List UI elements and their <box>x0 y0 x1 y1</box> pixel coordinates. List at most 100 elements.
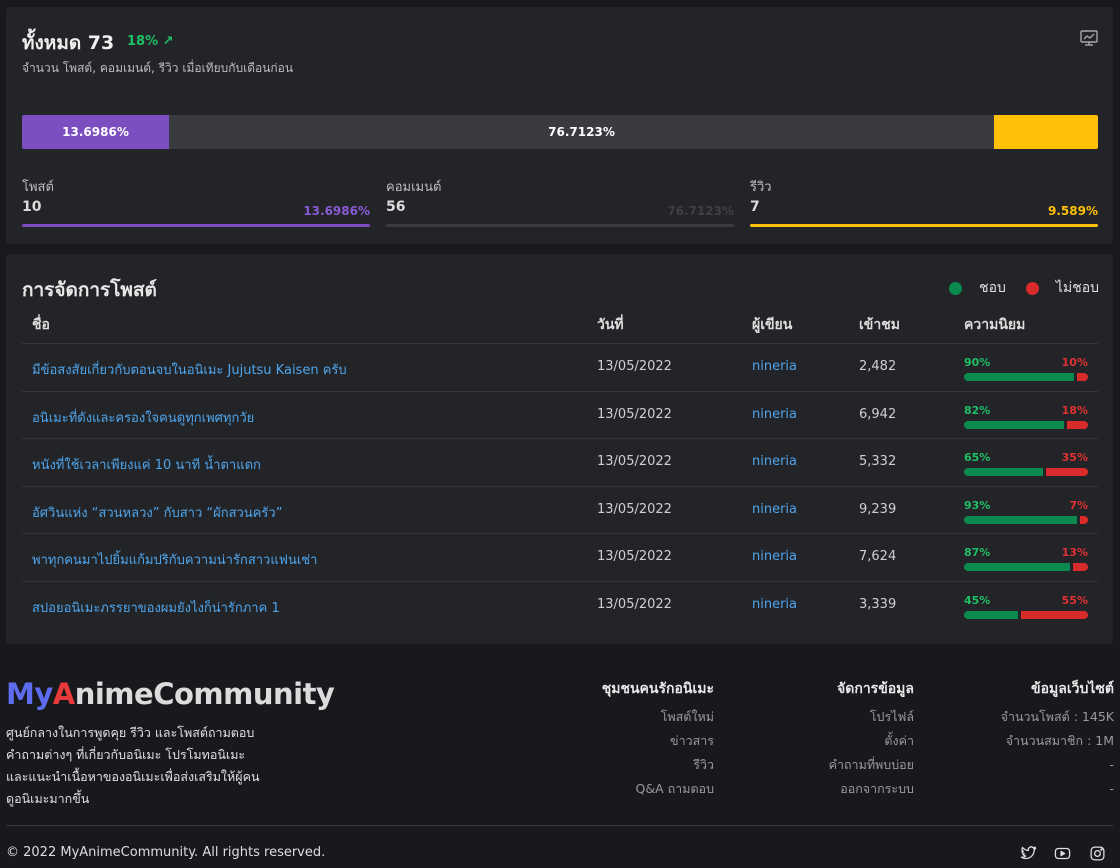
post-author-link[interactable]: nineria <box>752 407 797 422</box>
table-row[interactable]: พาทุกคนมาไปยิ้มแก้มปริกับความน่ารักสาวแฟ… <box>22 533 1098 580</box>
post-title-link[interactable]: มีข้อสงสัยเกี่ยวกับตอนจบในอนิเมะ Jujutsu… <box>32 359 347 380</box>
comments-segment: 76.7123% <box>169 115 994 149</box>
post-views: 3,339 <box>859 597 897 612</box>
footer-col-manage: จัดการข้อมูล โปรไฟล์ ตั้งค่า คำถามที่พบบ… <box>829 679 914 801</box>
metric-percent: 76.7123% <box>667 204 734 218</box>
growth-badge: 18% ↗ <box>127 34 174 49</box>
footer-link-new-posts[interactable]: โพสต์ใหม่ <box>602 705 714 729</box>
legend-like-label: ชอบ <box>979 280 1006 296</box>
distribution-bar: 13.6986% 76.7123% <box>22 115 1098 149</box>
post-views: 9,239 <box>859 502 897 517</box>
like-percent: 45% <box>964 594 991 607</box>
post-date: 13/05/2022 <box>597 549 672 564</box>
logo-my: My <box>6 677 53 711</box>
site-post-count: จำนวนโพสต์ : 145K <box>1000 709 1114 724</box>
comments-segment-label: 76.7123% <box>548 125 615 139</box>
footer-link-faq[interactable]: คำถามที่พบบ่อย <box>829 753 914 777</box>
table-row[interactable]: สปอยอนิเมะภรรยาของผมยังไงก็น่ารักภาค 1 13… <box>22 581 1098 628</box>
site-logo[interactable]: MyAnimeCommunity <box>6 677 335 711</box>
metric-posts: โพสต์ 10 13.6986% <box>22 176 370 230</box>
metric-label: รีวิว <box>750 180 772 195</box>
legend-like: ชอบ <box>949 277 1006 299</box>
like-percent: 93% <box>964 499 991 512</box>
header-date[interactable]: วันที่ <box>597 314 624 336</box>
legend-dislike: ไม่ชอบ <box>1025 277 1099 299</box>
like-fill <box>964 563 1070 571</box>
footer-col-title: จัดการข้อมูล <box>837 681 914 697</box>
popularity-bar <box>964 563 1088 571</box>
reviews-segment <box>994 115 1098 149</box>
popularity-bar <box>964 611 1088 619</box>
metric-comments: คอมเมนต์ 56 76.7123% <box>386 176 734 230</box>
post-author-link[interactable]: nineria <box>752 359 797 374</box>
post-date: 13/05/2022 <box>597 502 672 517</box>
logo-rest: nimeCommunity <box>74 677 335 711</box>
header-name[interactable]: ชื่อ <box>32 314 50 336</box>
metric-reviews: รีวิว 7 9.589% <box>750 176 1098 230</box>
post-title-link[interactable]: อนิเมะที่ดังและครองใจคนดูทุกเพศทุกวัย <box>32 407 254 428</box>
like-fill <box>964 373 1074 381</box>
dislike-fill <box>1046 468 1088 476</box>
post-views: 6,942 <box>859 407 897 422</box>
dislike-fill <box>1067 421 1088 429</box>
header-popularity[interactable]: ความนิยม <box>964 314 1025 336</box>
metric-value: 10 <box>22 199 42 215</box>
youtube-icon[interactable] <box>1054 845 1071 862</box>
post-date: 13/05/2022 <box>597 597 672 612</box>
like-percent: 82% <box>964 404 991 417</box>
footer-link-settings[interactable]: ตั้งค่า <box>829 729 914 753</box>
metric-percent: 9.589% <box>1048 204 1098 218</box>
stats-title: ทั้งหมด 73 <box>22 32 115 54</box>
twitter-icon[interactable] <box>1020 845 1037 862</box>
logo-a: A <box>52 677 75 711</box>
post-date: 13/05/2022 <box>597 454 672 469</box>
header-author[interactable]: ผู้เขียน <box>752 314 792 336</box>
post-title-link[interactable]: สปอยอนิเมะภรรยาของผมยังไงก็น่ารักภาค 1 <box>32 597 280 618</box>
site-member-count: จำนวนสมาชิก : 1M <box>1005 733 1114 748</box>
dislike-percent: 18% <box>1061 404 1088 417</box>
dislike-percent: 13% <box>1061 546 1088 559</box>
metric-value: 56 <box>386 199 406 215</box>
table-row[interactable]: หนังที่ใช้เวลาเพียงแค่ 10 นาที น้ำตาแตก 1… <box>22 438 1098 485</box>
site-info-placeholder: - <box>1109 781 1114 796</box>
like-fill <box>964 421 1064 429</box>
copyright-text: © 2022 MyAnimeCommunity. All rights rese… <box>6 845 326 860</box>
table-row[interactable]: มีข้อสงสัยเกี่ยวกับตอนจบในอนิเมะ Jujutsu… <box>22 343 1098 390</box>
posts-management-card: การจัดการโพสต์ ชอบ ไม่ชอบ ชื่อ วันที่ ผู… <box>6 254 1113 644</box>
post-title-link[interactable]: อัศวินแห่ง “สวนหลวง” กับสาว “ผักสวนครัว” <box>32 502 282 523</box>
post-title-link[interactable]: หนังที่ใช้เวลาเพียงแค่ 10 นาที น้ำตาแตก <box>32 454 261 475</box>
post-author-link[interactable]: nineria <box>752 502 797 517</box>
table-row[interactable]: อัศวินแห่ง “สวนหลวง” กับสาว “ผักสวนครัว”… <box>22 486 1098 533</box>
metric-value: 7 <box>750 199 760 215</box>
post-author-link[interactable]: nineria <box>752 454 797 469</box>
stats-subtitle: จำนวน โพสต์, คอมเมนต์, รีวิว เมื่อเทียบก… <box>22 61 294 75</box>
table-row[interactable]: อนิเมะที่ดังและครองใจคนดูทุกเพศทุกวัย 13/… <box>22 391 1098 438</box>
presentation-chart-icon[interactable] <box>1079 28 1099 48</box>
popularity-legend: ชอบ ไม่ชอบ <box>934 277 1099 299</box>
popularity-meter: 45% 55% <box>964 594 1088 620</box>
like-fill <box>964 468 1043 476</box>
metric-underline <box>386 224 734 227</box>
dislike-fill <box>1021 611 1088 619</box>
footer-link-logout[interactable]: ออกจากระบบ <box>829 777 914 801</box>
instagram-icon[interactable] <box>1089 845 1106 862</box>
like-percent: 87% <box>964 546 991 559</box>
header-views[interactable]: เข้าชม <box>859 314 900 336</box>
footer-link-news[interactable]: ข่าวสาร <box>602 729 714 753</box>
post-title-link[interactable]: พาทุกคนมาไปยิ้มแก้มปริกับความน่ารักสาวแฟ… <box>32 549 317 570</box>
footer-link-qa[interactable]: Q&A ถามตอบ <box>602 777 715 801</box>
site-info-placeholder: - <box>1109 757 1114 772</box>
footer-col-title: ชุมชนคนรักอนิเมะ <box>601 681 714 697</box>
post-author-link[interactable]: nineria <box>752 597 797 612</box>
site-description: ศูนย์กลางในการพูดคุย รีวิว และโพสต์ถามตอ… <box>6 725 260 806</box>
footer-divider <box>6 825 1113 826</box>
footer-link-reviews[interactable]: รีวิว <box>602 753 714 777</box>
post-author-link[interactable]: nineria <box>752 549 797 564</box>
post-date: 13/05/2022 <box>597 359 672 374</box>
post-views: 5,332 <box>859 454 897 469</box>
popularity-bar <box>964 373 1088 381</box>
metric-percent: 13.6986% <box>303 204 370 218</box>
footer-link-profile[interactable]: โปรไฟล์ <box>829 705 914 729</box>
dislike-percent: 10% <box>1061 356 1088 369</box>
like-fill <box>964 611 1018 619</box>
